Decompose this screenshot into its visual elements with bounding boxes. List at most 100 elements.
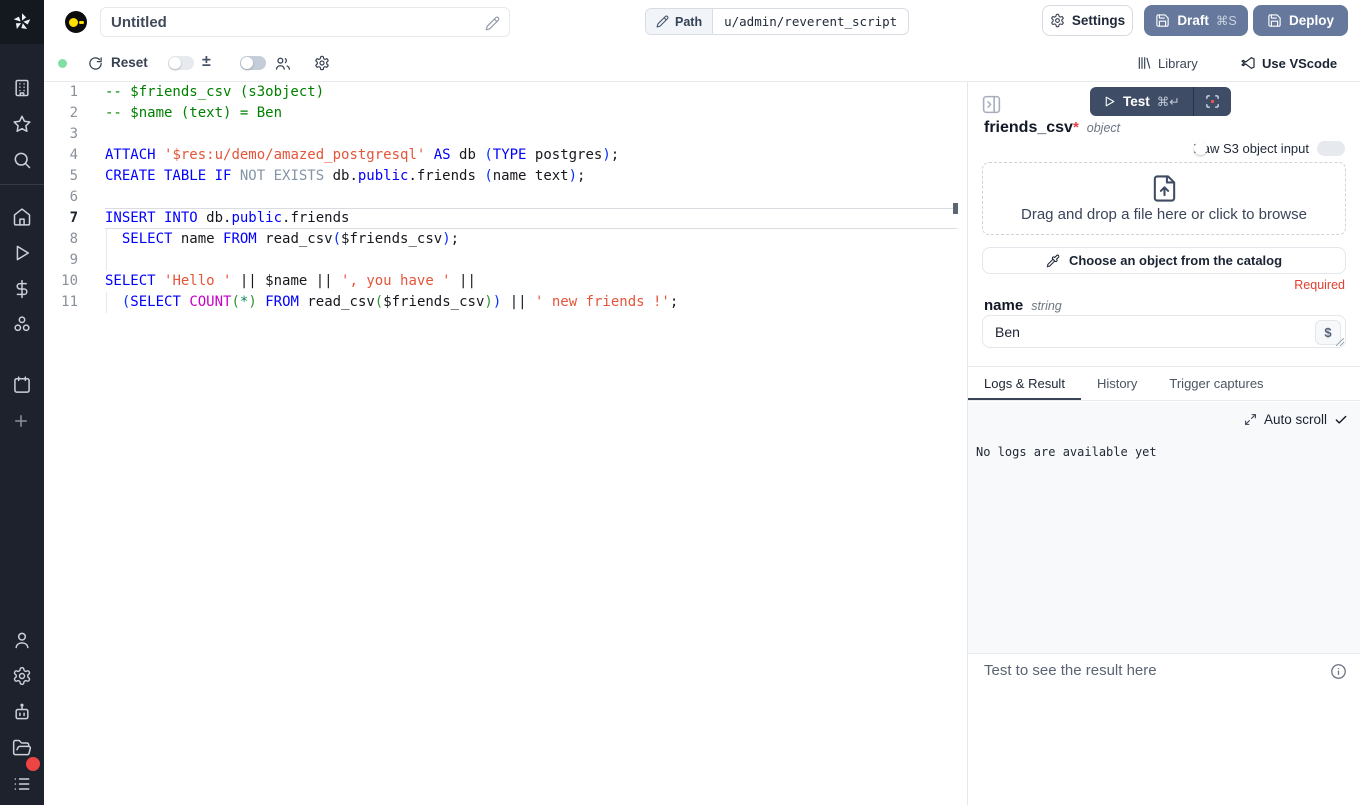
line-number: 9 bbox=[44, 250, 105, 271]
code-line[interactable]: (SELECT COUNT(*) FROM read_csv($friends_… bbox=[105, 292, 967, 313]
home-icon[interactable] bbox=[12, 207, 32, 227]
code-line[interactable]: CREATE TABLE IF NOT EXISTS db.public.fri… bbox=[105, 166, 967, 187]
script-title-input[interactable]: Untitled bbox=[100, 7, 510, 37]
code-line[interactable] bbox=[105, 187, 967, 208]
schedules-calendar-icon[interactable] bbox=[12, 375, 32, 395]
choose-object-button[interactable]: Choose an object from the catalog bbox=[982, 247, 1346, 274]
gutter: 1234567891011 bbox=[44, 82, 105, 313]
dropzone-text: Drag and drop a file here or click to br… bbox=[1021, 206, 1307, 223]
arg-name-header: name string bbox=[984, 297, 1062, 314]
expand-icon[interactable] bbox=[1244, 413, 1257, 426]
use-vscode-button[interactable]: Use VScode bbox=[1240, 55, 1337, 71]
code-line[interactable]: -- $name (text) = Ben bbox=[105, 103, 967, 124]
diff-mode-toggle[interactable] bbox=[168, 56, 194, 70]
required-label: Required bbox=[1294, 278, 1345, 292]
result-tabs: Logs & ResultHistoryTrigger captures bbox=[968, 366, 1360, 401]
line-number: 10 bbox=[44, 271, 105, 292]
test-shortcut: ⌘↵ bbox=[1157, 94, 1180, 109]
path-value: u/admin/reverent_script bbox=[713, 9, 908, 34]
path-button[interactable]: Path u/admin/reverent_script bbox=[645, 8, 909, 35]
vscode-icon bbox=[1240, 55, 1256, 71]
draft-shortcut: ⌘S bbox=[1216, 13, 1237, 28]
top-bar: Untitled Path u/admin/reverent_script Se… bbox=[44, 0, 1360, 44]
variables-dollar-icon[interactable] bbox=[12, 279, 32, 299]
sidebar-divider bbox=[0, 184, 44, 185]
code-line[interactable]: SELECT 'Hello ' || $name || ', you have … bbox=[105, 271, 967, 292]
tab-trigger-captures[interactable]: Trigger captures bbox=[1153, 367, 1279, 400]
overview-ruler-cursor bbox=[953, 203, 958, 214]
edit-title-pencil-icon[interactable] bbox=[485, 16, 500, 31]
script-title: Untitled bbox=[111, 14, 167, 31]
resize-handle[interactable] bbox=[1336, 338, 1344, 346]
line-number: 8 bbox=[44, 229, 105, 250]
multiplayer-toggle[interactable] bbox=[240, 56, 266, 70]
settings-gear-icon[interactable] bbox=[12, 666, 32, 686]
editor-settings-gear-icon[interactable] bbox=[314, 55, 330, 71]
workers-robot-icon[interactable] bbox=[12, 702, 32, 722]
folders-icon[interactable] bbox=[12, 738, 32, 758]
reset-refresh-icon[interactable] bbox=[88, 56, 103, 71]
name-text-input[interactable]: Ben $ bbox=[982, 315, 1346, 348]
line-number: 4 bbox=[44, 145, 105, 166]
tab-history[interactable]: History bbox=[1081, 367, 1153, 400]
user-icon[interactable] bbox=[12, 630, 32, 650]
raw-s3-row: Raw S3 object input bbox=[1193, 141, 1345, 156]
notification-dot bbox=[26, 757, 40, 771]
pipette-icon bbox=[1046, 254, 1060, 268]
capture-button[interactable] bbox=[1194, 87, 1231, 116]
workspace-icon[interactable] bbox=[12, 78, 32, 98]
raw-s3-label: Raw S3 object input bbox=[1193, 141, 1309, 156]
reset-button[interactable]: Reset bbox=[111, 55, 148, 70]
line-number: 6 bbox=[44, 187, 105, 208]
arg-name: name bbox=[984, 297, 1023, 314]
create-plus-icon[interactable] bbox=[12, 412, 32, 432]
draft-button[interactable]: Draft ⌘S bbox=[1144, 5, 1248, 36]
deploy-button[interactable]: Deploy bbox=[1253, 5, 1348, 36]
code-lines: -- $friends_csv (s3object)-- $name (text… bbox=[105, 82, 967, 313]
save-icon bbox=[1155, 13, 1170, 28]
windmill-logo[interactable] bbox=[0, 0, 44, 44]
file-upload-icon bbox=[1150, 174, 1179, 203]
code-line[interactable]: ATTACH '$res:u/demo/amazed_postgresql' A… bbox=[105, 145, 967, 166]
search-icon[interactable] bbox=[12, 150, 32, 170]
line-number: 2 bbox=[44, 103, 105, 124]
arg-type: string bbox=[1031, 299, 1062, 313]
file-dropzone[interactable]: Drag and drop a file here or click to br… bbox=[982, 162, 1346, 235]
path-label: Path bbox=[675, 15, 702, 29]
test-button-group: Test ⌘↵ bbox=[1090, 87, 1231, 116]
code-editor[interactable]: 1234567891011 -- $friends_csv (s3object)… bbox=[44, 82, 967, 805]
favorites-star-icon[interactable] bbox=[12, 114, 32, 134]
runs-play-icon[interactable] bbox=[12, 243, 32, 263]
diff-icon: ± bbox=[202, 53, 211, 71]
main-area: Untitled Path u/admin/reverent_script Se… bbox=[44, 0, 1360, 805]
edit-path-pencil-icon bbox=[656, 15, 669, 28]
code-line[interactable]: -- $friends_csv (s3object) bbox=[105, 82, 967, 103]
duckdb-language-icon bbox=[65, 11, 87, 33]
settings-gear-icon bbox=[1050, 13, 1065, 28]
tab-logs-result[interactable]: Logs & Result bbox=[968, 367, 1081, 400]
result-area: Test to see the result here bbox=[968, 654, 1360, 805]
resources-icon[interactable] bbox=[12, 314, 32, 334]
raw-s3-toggle[interactable] bbox=[1317, 141, 1345, 156]
test-panel: Test ⌘↵ friends_csv* object Raw S3 objec… bbox=[967, 82, 1360, 805]
audit-logs-list-icon[interactable] bbox=[12, 774, 32, 794]
arg-friends-csv-header: friends_csv* object bbox=[984, 119, 1120, 137]
line-number: 5 bbox=[44, 166, 105, 187]
test-button[interactable]: Test ⌘↵ bbox=[1090, 87, 1193, 116]
library-button[interactable]: Library bbox=[1136, 55, 1198, 71]
collapse-panel-icon[interactable] bbox=[981, 94, 1002, 115]
multiplayer-users-icon bbox=[274, 55, 291, 72]
arg-type: object bbox=[1087, 121, 1120, 135]
auto-scroll-control[interactable]: Auto scroll bbox=[1244, 412, 1348, 427]
checkmark-icon bbox=[1334, 413, 1348, 427]
logs-area: Auto scroll No logs are available yet bbox=[968, 402, 1360, 654]
play-icon bbox=[1103, 95, 1116, 108]
library-icon bbox=[1136, 55, 1152, 71]
code-line[interactable]: INSERT INTO db.public.friends bbox=[105, 208, 967, 229]
code-line[interactable] bbox=[105, 124, 967, 145]
status-dot bbox=[58, 59, 67, 68]
info-icon[interactable] bbox=[1330, 663, 1347, 680]
code-line[interactable]: SELECT name FROM read_csv($friends_csv); bbox=[105, 229, 967, 250]
settings-button[interactable]: Settings bbox=[1042, 5, 1133, 36]
code-line[interactable] bbox=[105, 250, 967, 271]
